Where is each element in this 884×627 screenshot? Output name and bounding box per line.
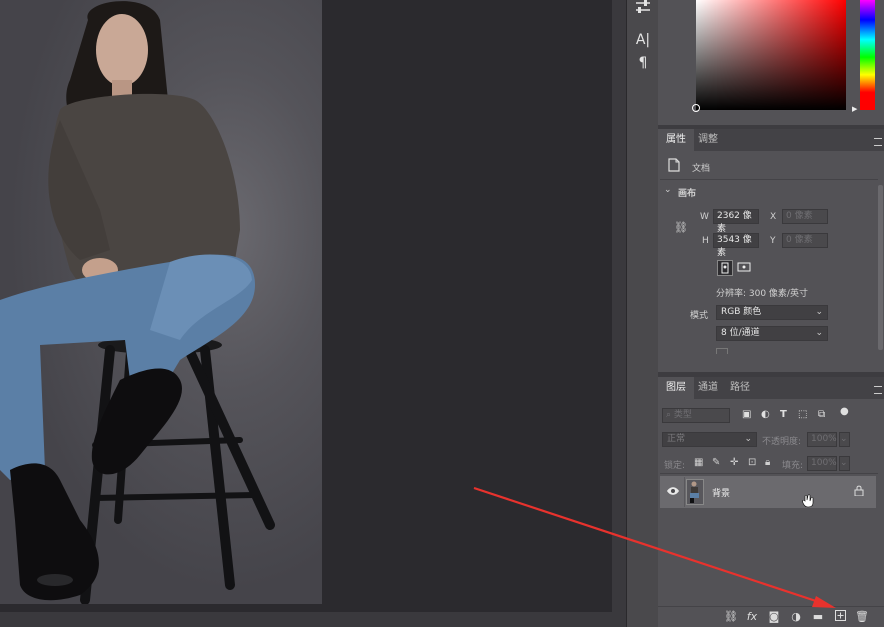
width-field[interactable]: 2362 像素 bbox=[713, 209, 759, 234]
folder-icon[interactable]: ▬ bbox=[811, 610, 825, 624]
x-field[interactable]: 0 像素 bbox=[782, 209, 828, 224]
blend-mode-select[interactable]: 正常 ⌄ bbox=[662, 432, 757, 447]
face-shape bbox=[96, 14, 148, 86]
tab-properties[interactable]: 属性 bbox=[658, 129, 694, 151]
tab-adjustments[interactable]: 调整 bbox=[690, 129, 726, 151]
filter-shape-icon[interactable]: ⬚ bbox=[798, 409, 807, 420]
x-label: X bbox=[770, 212, 777, 222]
layer-filter-select[interactable]: ⌕ 类型 bbox=[662, 408, 730, 423]
link-constrain-icon[interactable]: ⛓ bbox=[674, 221, 688, 234]
layers-tabbar: 图层 通道 路径 bbox=[658, 377, 884, 399]
layer-filter-value: 类型 bbox=[673, 410, 692, 420]
hue-slider-marker-icon[interactable]: ▶ bbox=[852, 105, 857, 113]
document-label: 文档 bbox=[692, 164, 711, 174]
height-label: H bbox=[702, 236, 709, 246]
scroll-gutter bbox=[612, 0, 626, 627]
fill-label: 填充: bbox=[782, 461, 804, 471]
tab-layers[interactable]: 图层 bbox=[658, 377, 694, 399]
chevron-down-icon: ⌄ bbox=[815, 307, 823, 317]
mode-select-value: RGB 颜色 bbox=[721, 307, 762, 317]
layer-lock-icon bbox=[854, 485, 864, 499]
filter-adjustment-icon[interactable]: ◐ bbox=[761, 409, 770, 420]
trash-icon[interactable]: 🗑︎ bbox=[855, 610, 869, 624]
properties-sliders-icon[interactable] bbox=[634, 0, 652, 18]
layer-name[interactable]: 背景 bbox=[712, 486, 730, 499]
fx-icon[interactable]: fx bbox=[745, 610, 759, 624]
panel-menu-icon[interactable] bbox=[874, 138, 882, 146]
document-icon bbox=[668, 158, 682, 173]
chevron-down-icon[interactable]: ⌄ bbox=[664, 185, 672, 195]
filter-type-icon[interactable]: T bbox=[780, 409, 787, 420]
divider bbox=[684, 477, 685, 507]
panel-menu-icon[interactable] bbox=[874, 386, 882, 394]
filter-toggle-icon[interactable]: ● bbox=[840, 406, 849, 417]
fill-field[interactable]: 100% bbox=[807, 456, 837, 471]
resolution-text: 分辨率: 300 像素/英寸 bbox=[716, 289, 808, 299]
new-layer-icon[interactable] bbox=[833, 610, 847, 624]
blend-mode-value: 正常 bbox=[667, 434, 686, 444]
canvas-status-bar bbox=[0, 612, 612, 627]
canvas-section-title: 画布 bbox=[678, 189, 697, 199]
layer-row[interactable]: 背景 bbox=[660, 476, 876, 508]
y-label: Y bbox=[770, 236, 776, 246]
filter-smart-object-icon[interactable]: ⧉ bbox=[818, 409, 825, 420]
search-icon: ⌕ bbox=[666, 410, 672, 420]
lock-transparent-icon[interactable]: ▦ bbox=[694, 457, 703, 468]
lock-label: 锁定: bbox=[664, 461, 686, 471]
partial-control bbox=[716, 348, 728, 354]
bit-depth-value: 8 位/通道 bbox=[721, 328, 760, 338]
paragraph-panel-icon[interactable]: ¶ bbox=[634, 54, 652, 72]
y-field[interactable]: 0 像素 bbox=[782, 233, 828, 248]
opacity-label: 不透明度: bbox=[762, 437, 802, 447]
width-label: W bbox=[700, 212, 709, 222]
link-icon[interactable]: ⛓ bbox=[724, 610, 738, 624]
bit-depth-select[interactable]: 8 位/通道 ⌄ bbox=[716, 326, 828, 341]
chevron-down-icon: ⌄ bbox=[815, 328, 823, 338]
divider bbox=[660, 473, 878, 474]
tab-paths[interactable]: 路径 bbox=[722, 377, 758, 399]
lock-artboard-icon[interactable]: ⊡ bbox=[748, 457, 756, 468]
divider bbox=[660, 179, 878, 180]
filter-pixel-icon[interactable]: ▣ bbox=[742, 409, 751, 420]
opacity-dropdown[interactable]: ⌄ bbox=[839, 432, 850, 447]
properties-scrollbar[interactable] bbox=[878, 185, 883, 350]
hand-cursor-icon bbox=[802, 494, 814, 508]
opacity-field[interactable]: 100% bbox=[807, 432, 837, 447]
properties-tabbar: 属性 调整 bbox=[658, 129, 884, 151]
layer-thumbnail bbox=[686, 479, 704, 505]
document-photo[interactable] bbox=[0, 0, 322, 604]
lock-image-icon[interactable]: ✎ bbox=[712, 457, 720, 468]
color-picker-field[interactable] bbox=[696, 0, 846, 110]
lock-all-icon[interactable]: 🔒︎ bbox=[765, 457, 770, 468]
panel-dock-strip: A| ¶ bbox=[626, 0, 658, 627]
portrait-orientation-icon[interactable] bbox=[717, 260, 733, 276]
landscape-orientation-icon[interactable] bbox=[737, 260, 753, 276]
color-picker-cursor[interactable] bbox=[692, 104, 700, 112]
lock-position-icon[interactable]: ✛ bbox=[730, 457, 738, 468]
tab-channels[interactable]: 通道 bbox=[690, 377, 726, 399]
photo-illustration bbox=[0, 1, 275, 604]
mode-label: 模式 bbox=[690, 311, 709, 321]
character-panel-icon[interactable]: A| bbox=[634, 31, 652, 49]
height-field[interactable]: 3543 像素 bbox=[713, 233, 759, 258]
mask-icon[interactable]: ◙ bbox=[767, 610, 781, 624]
mode-select[interactable]: RGB 颜色 ⌄ bbox=[716, 305, 828, 320]
adjustment-icon[interactable]: ◑ bbox=[789, 610, 803, 624]
eye-visibility-icon[interactable] bbox=[666, 486, 680, 498]
hue-slider[interactable] bbox=[860, 0, 875, 110]
chevron-down-icon: ⌄ bbox=[744, 434, 752, 444]
fill-dropdown[interactable]: ⌄ bbox=[839, 456, 850, 471]
